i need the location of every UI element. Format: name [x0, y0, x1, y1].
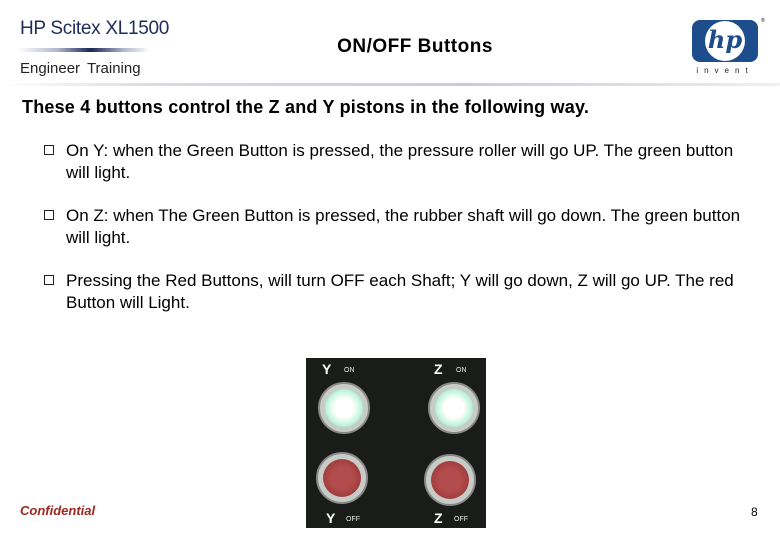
red-cap	[323, 459, 361, 497]
hp-logo-text: hp	[707, 25, 743, 54]
header-divider	[0, 83, 780, 86]
y-on-green-button	[318, 382, 370, 434]
bullet-text: On Y: when the Green Button is pressed, …	[66, 141, 734, 182]
z-on-axis-label: Z	[434, 361, 443, 377]
y-off-red-button	[316, 452, 368, 504]
button-panel-photo: Y ON Z ON Y OFF Z OFF	[306, 358, 486, 528]
hp-logo-circle: hp	[705, 21, 745, 61]
z-on-green-button	[428, 382, 480, 434]
lead-text: These 4 buttons control the Z and Y pist…	[22, 97, 590, 117]
logo-tagline: invent	[696, 66, 754, 75]
checkbox-bullet-icon	[44, 145, 54, 155]
checkbox-bullet-icon	[44, 275, 54, 285]
registered-mark-icon: ®	[761, 18, 765, 24]
page-number: 8	[751, 505, 758, 519]
hp-logo: hp	[692, 20, 758, 62]
y-on-axis-label: Y	[322, 361, 332, 377]
green-cap	[325, 389, 363, 427]
bullet-item: On Z: when The Green Button is pressed, …	[44, 205, 746, 249]
z-off-red-button	[424, 454, 476, 506]
y-off-axis-label: Y	[326, 510, 336, 526]
red-cap	[431, 461, 469, 499]
subtitle: Engineer Training	[20, 60, 141, 77]
slide-title: ON/OFF Buttons	[337, 36, 493, 57]
z-off-state-label: OFF	[454, 516, 468, 523]
bullet-text: On Z: when The Green Button is pressed, …	[66, 206, 741, 247]
bullet-item: Pressing the Red Buttons, will turn OFF …	[44, 270, 746, 314]
z-off-axis-label: Z	[434, 510, 443, 526]
confidential-label: Confidential	[20, 503, 96, 518]
bullet-text: Pressing the Red Buttons, will turn OFF …	[66, 271, 734, 312]
bullet-item: On Y: when the Green Button is pressed, …	[44, 140, 746, 184]
checkbox-bullet-icon	[44, 210, 54, 220]
y-off-state-label: OFF	[346, 516, 360, 523]
y-on-state-label: ON	[344, 367, 355, 374]
z-on-state-label: ON	[456, 367, 467, 374]
green-cap	[435, 389, 473, 427]
